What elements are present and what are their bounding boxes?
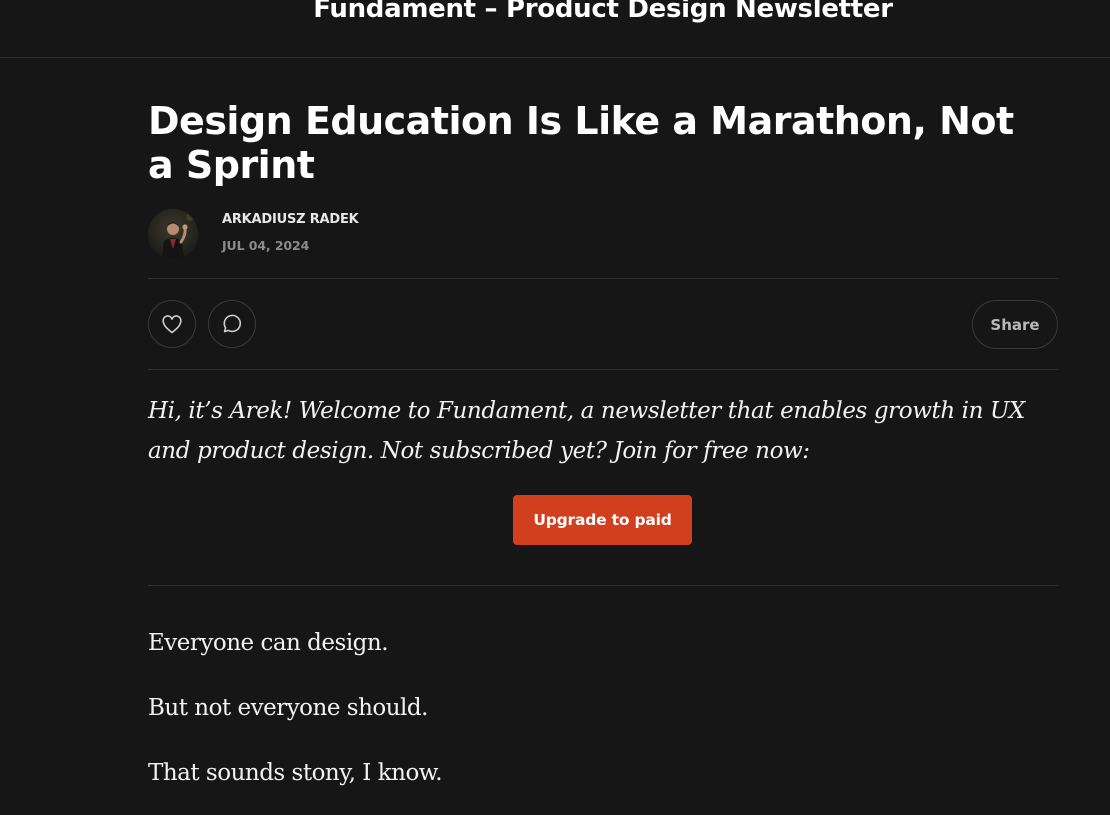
post-date: JUL 04, 2024 [222, 238, 310, 253]
author-avatar[interactable] [148, 209, 198, 259]
body-paragraph: That sounds stony, I know. [148, 760, 443, 786]
author-name[interactable]: ARKADIUSZ RADEK [222, 212, 359, 227]
body-paragraph: Everyone can design. [148, 630, 389, 656]
divider [148, 278, 1058, 279]
publication-title[interactable]: Fundament – Product Design Newsletter [0, 0, 1110, 24]
like-button[interactable] [148, 300, 196, 348]
post-title: Design Education Is Like a Marathon, Not… [148, 99, 1014, 187]
share-button[interactable]: Share [972, 300, 1058, 349]
top-bar: Fundament – Product Design Newsletter [0, 0, 1110, 58]
divider [148, 585, 1058, 586]
comment-button[interactable] [208, 300, 256, 348]
intro-text: Hi, it’s Arek! Welcome to Fundament, a n… [148, 398, 1025, 464]
heart-icon [162, 315, 182, 334]
upgrade-button[interactable]: Upgrade to paid [513, 495, 692, 545]
author-photo [148, 209, 198, 259]
comment-icon [223, 314, 242, 333]
divider [148, 369, 1058, 370]
body-paragraph: But not everyone should. [148, 695, 428, 721]
